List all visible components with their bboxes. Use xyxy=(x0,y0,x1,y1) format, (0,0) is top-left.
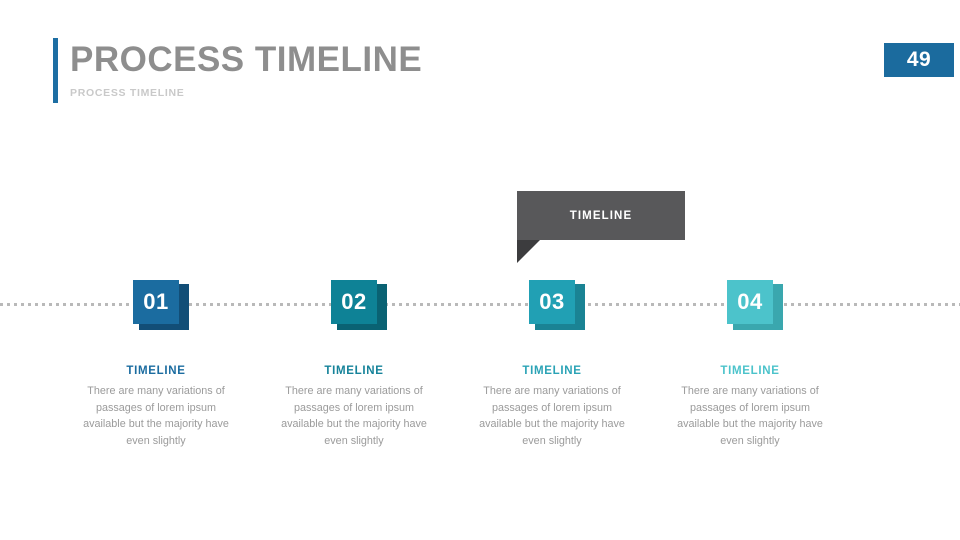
timeline-step-03[interactable]: 03 TIMELINE There are many variations of p… xyxy=(453,280,651,449)
timeline-step-01[interactable]: 01 TIMELINE There are many variations of p… xyxy=(57,280,255,449)
step-number-label: 03 xyxy=(539,289,565,314)
step-number-label: 01 xyxy=(143,289,169,314)
timeline-step-04[interactable]: 04 TIMELINE There are many variations of p… xyxy=(651,280,849,449)
step-body-text: There are many variations of passages of… xyxy=(83,385,229,447)
step-badge-front-panel: 01 xyxy=(133,280,179,324)
step-badge-04: 04 xyxy=(651,280,849,332)
step-number-label: 04 xyxy=(737,289,763,314)
step-badge-02: 02 xyxy=(255,280,453,332)
step-number-label: 02 xyxy=(341,289,367,314)
timeline-steps: 01 TIMELINE There are many variations of p… xyxy=(0,0,960,540)
step-heading: TIMELINE xyxy=(126,365,186,377)
step-badge-03: 03 xyxy=(453,280,651,332)
step-body-text: There are many variations of passages of… xyxy=(479,385,625,447)
timeline-step-02[interactable]: 02 TIMELINE There are many variations of p… xyxy=(255,280,453,449)
step-body-text: There are many variations of passages of… xyxy=(677,385,823,447)
step-heading: TIMELINE xyxy=(720,365,780,377)
step-badge-front-panel: 02 xyxy=(331,280,377,324)
step-badge-01: 01 xyxy=(57,280,255,332)
step-body-text: There are many variations of passages of… xyxy=(281,385,427,447)
step-badge-front-panel: 04 xyxy=(727,280,773,324)
step-heading: TIMELINE xyxy=(324,365,384,377)
step-badge-front-panel: 03 xyxy=(529,280,575,324)
step-heading: TIMELINE xyxy=(522,365,582,377)
